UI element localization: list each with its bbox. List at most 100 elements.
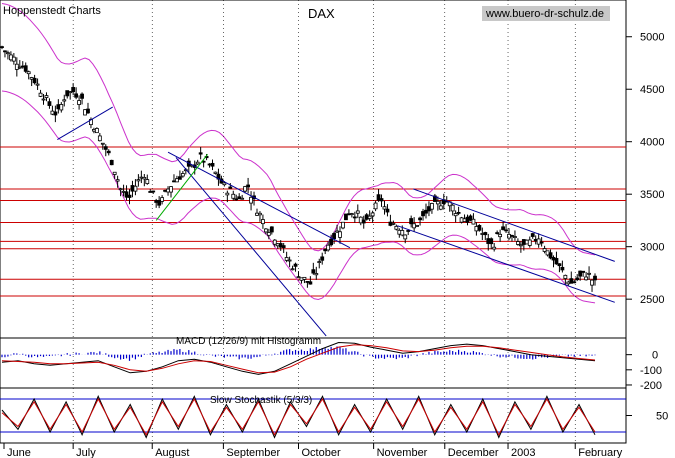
candle-body bbox=[563, 274, 568, 279]
candle-body bbox=[492, 246, 497, 250]
candle-body bbox=[438, 205, 443, 210]
candle-body bbox=[376, 194, 381, 201]
candle-body bbox=[103, 146, 108, 150]
candle-body bbox=[465, 216, 470, 223]
candle-body bbox=[109, 159, 114, 166]
candle-body bbox=[477, 225, 482, 231]
candle-body bbox=[566, 281, 571, 285]
candle-body bbox=[97, 135, 102, 142]
candle-body bbox=[326, 244, 331, 251]
candle-body bbox=[569, 278, 574, 284]
candle-body bbox=[427, 206, 431, 212]
candle-body bbox=[305, 281, 310, 283]
candle-body bbox=[424, 209, 428, 214]
candle-body bbox=[157, 200, 162, 206]
candle-body bbox=[471, 218, 476, 225]
month-label: October bbox=[302, 447, 341, 458]
candle-body bbox=[20, 65, 25, 68]
candle-body bbox=[575, 277, 580, 281]
candle-body bbox=[44, 95, 49, 98]
candle-body bbox=[498, 233, 503, 238]
candle-body bbox=[169, 186, 173, 193]
candle-body bbox=[302, 276, 307, 280]
candle-body bbox=[118, 188, 123, 191]
candle-body bbox=[495, 232, 500, 235]
candle-body bbox=[554, 258, 559, 265]
candle-body bbox=[335, 230, 339, 233]
dax-chart-page: 2500 3000 3500 4000 4500 5000 0 -100 -200 50 Ju… bbox=[0, 0, 675, 458]
candle-body bbox=[373, 202, 378, 210]
candle-body bbox=[160, 197, 165, 202]
candle-body bbox=[38, 92, 43, 97]
candle-body bbox=[249, 196, 253, 204]
candle-body bbox=[418, 217, 422, 221]
candle-body bbox=[65, 90, 70, 97]
candle-body bbox=[41, 98, 46, 101]
month-label: December bbox=[448, 447, 499, 458]
candle-body bbox=[127, 194, 132, 198]
candle-body bbox=[92, 129, 96, 132]
candle-body bbox=[213, 171, 218, 174]
candle-body bbox=[347, 213, 351, 216]
candle-body bbox=[23, 65, 28, 72]
candle-body bbox=[332, 233, 336, 240]
candle-body bbox=[421, 211, 425, 217]
candle-body bbox=[266, 232, 271, 236]
candle-body bbox=[14, 63, 19, 70]
candle-body bbox=[287, 259, 292, 262]
candle-body bbox=[148, 191, 153, 193]
candle-body bbox=[50, 110, 55, 115]
candle-body bbox=[154, 200, 159, 203]
candle-body bbox=[435, 200, 440, 205]
candle-body bbox=[142, 177, 147, 180]
candle-body bbox=[462, 218, 467, 222]
candle-body bbox=[530, 233, 535, 237]
candle-body bbox=[261, 219, 265, 225]
y-tick-label: 4000 bbox=[640, 137, 664, 149]
candle-body bbox=[480, 233, 485, 235]
candle-body bbox=[86, 108, 90, 114]
candle-body bbox=[548, 252, 553, 259]
candle-body bbox=[284, 257, 289, 261]
candle-body bbox=[593, 275, 597, 281]
candle-body bbox=[68, 91, 73, 94]
candle-body bbox=[533, 239, 538, 242]
candle-body bbox=[590, 279, 594, 286]
candle-body bbox=[240, 197, 245, 200]
y-tick-label: 4500 bbox=[640, 84, 664, 96]
candle-body bbox=[518, 244, 523, 247]
candle-body bbox=[551, 257, 556, 261]
candle-body bbox=[317, 261, 322, 263]
candle-body bbox=[560, 266, 565, 271]
candle-body bbox=[139, 176, 144, 179]
candle-body bbox=[195, 161, 200, 165]
candle-body bbox=[272, 239, 277, 245]
month-label: February bbox=[578, 447, 623, 458]
candle-body bbox=[234, 198, 239, 201]
candle-body bbox=[231, 193, 236, 199]
candle-body bbox=[275, 243, 280, 247]
candle-body bbox=[450, 204, 455, 212]
candle-body bbox=[94, 128, 99, 134]
candle-body bbox=[527, 239, 532, 246]
candle-body bbox=[278, 243, 283, 248]
candle-body bbox=[489, 238, 494, 245]
candle-body bbox=[400, 230, 405, 236]
candle-body bbox=[311, 269, 316, 274]
candle-body bbox=[207, 163, 212, 166]
candle-body bbox=[510, 235, 514, 237]
candle-body bbox=[403, 234, 408, 240]
candle-body bbox=[581, 270, 586, 273]
candle-body bbox=[0, 46, 4, 49]
candle-body bbox=[329, 238, 334, 246]
candle-body bbox=[237, 196, 242, 200]
candle-body bbox=[406, 230, 411, 232]
candle-body bbox=[136, 179, 141, 182]
candle-body bbox=[163, 189, 167, 192]
candle-body bbox=[474, 226, 479, 232]
candle-body bbox=[388, 221, 393, 226]
candle-body bbox=[56, 104, 61, 110]
candle-body bbox=[459, 217, 464, 223]
y-tick-label: 3500 bbox=[640, 189, 664, 201]
candle-body bbox=[80, 93, 84, 99]
